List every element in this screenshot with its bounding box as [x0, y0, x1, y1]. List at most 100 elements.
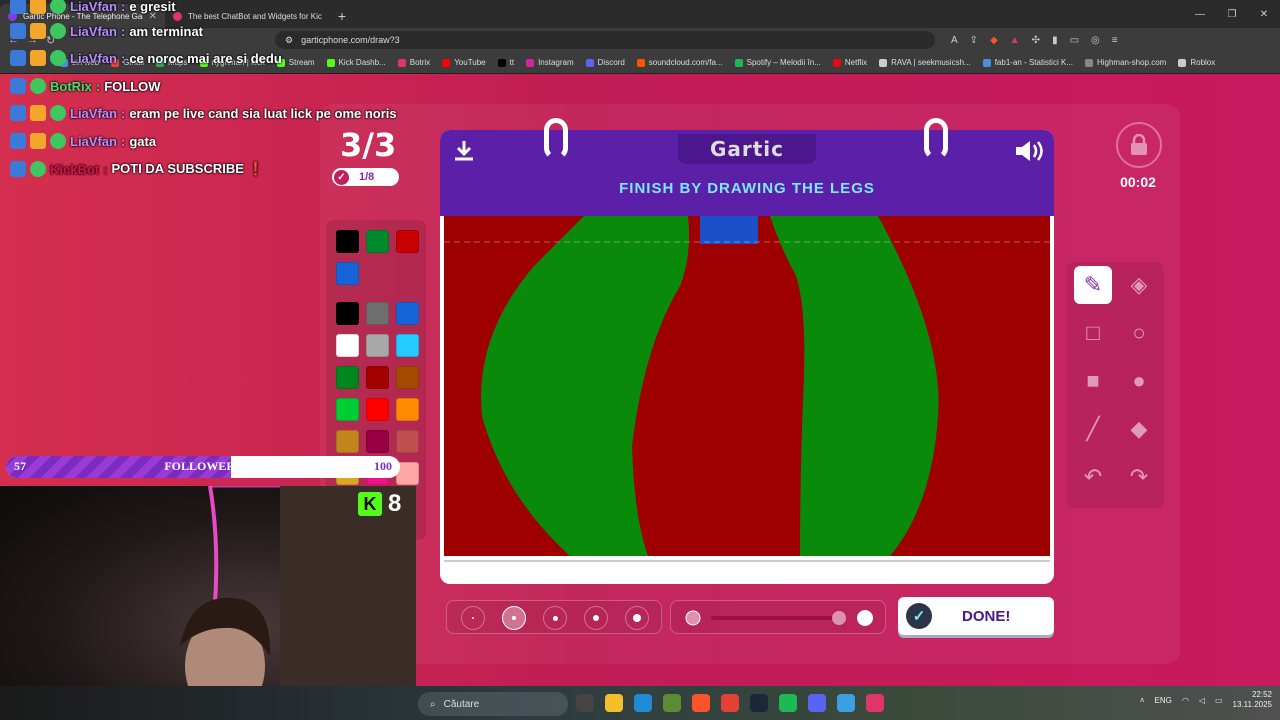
color-swatch[interactable] [366, 230, 389, 253]
bookmark-item[interactable]: Instagram [526, 58, 574, 67]
lock-icon [1116, 122, 1162, 168]
language-indicator[interactable]: ENG [1155, 696, 1172, 705]
share-icon[interactable]: ⇪ [970, 35, 978, 46]
edge-icon[interactable] [634, 694, 652, 712]
pencil-tool-icon[interactable]: ✎ [1074, 266, 1112, 304]
brush-size-option[interactable] [625, 606, 649, 630]
bookmark-item[interactable]: Botrix [397, 58, 430, 67]
bookmark-item[interactable]: YouTube [442, 58, 486, 67]
bookmark-item[interactable]: Roblox [1178, 58, 1215, 67]
close-window-icon[interactable]: ✕ [1248, 0, 1280, 28]
download-icon[interactable] [452, 138, 476, 162]
battery-icon[interactable]: ▭ [1215, 696, 1223, 705]
vpn-icon[interactable]: ◎ [1091, 35, 1100, 46]
chat-badge-icon [30, 78, 46, 94]
minecraft-icon[interactable] [663, 694, 681, 712]
eraser-tool-icon[interactable]: ◈ [1120, 266, 1158, 304]
color-swatch[interactable] [336, 302, 359, 325]
color-swatch[interactable] [336, 334, 359, 357]
color-swatch[interactable] [396, 302, 419, 325]
maximize-icon[interactable]: ❐ [1216, 0, 1248, 28]
color-swatch[interactable] [366, 334, 389, 357]
bookmark-item[interactable]: Discord [585, 58, 625, 67]
line-tool-icon[interactable]: ╱ [1074, 410, 1112, 448]
color-swatch[interactable] [336, 366, 359, 389]
chrome-icon[interactable] [721, 694, 739, 712]
chat-badge-icon [10, 23, 26, 39]
drawing-canvas[interactable] [444, 216, 1050, 556]
bookmark-item[interactable]: fab1-an - Statistici K... [982, 58, 1073, 67]
color-swatch[interactable] [366, 302, 389, 325]
brush-size-option[interactable] [584, 606, 608, 630]
players-done-count: 1/8 [359, 171, 375, 183]
bookmark-item[interactable]: tt [497, 58, 514, 67]
bookmark-label: Highman-shop.com [1096, 58, 1167, 67]
bookmark-favicon-icon [585, 58, 594, 67]
menu-icon[interactable]: ≡ [1112, 35, 1118, 46]
color-swatch[interactable] [366, 366, 389, 389]
discord-icon[interactable] [808, 694, 826, 712]
undo-tool-icon[interactable]: ↶ [1074, 458, 1112, 496]
site-info-icon[interactable]: ⚙ [285, 35, 293, 46]
color-swatch[interactable] [396, 366, 419, 389]
clock[interactable]: 22:52 13.11.2025 [1233, 690, 1272, 710]
color-swatch[interactable] [396, 230, 419, 253]
color-swatch[interactable] [336, 262, 359, 285]
bookmark-favicon-icon [397, 58, 406, 67]
minimize-icon[interactable]: — [1184, 0, 1216, 28]
color-swatch[interactable] [336, 430, 359, 453]
color-swatch[interactable] [366, 398, 389, 421]
chat-message: KickBot: POTI DA SUBSCRIBE ❗ [10, 161, 264, 177]
steam-icon[interactable] [750, 694, 768, 712]
toolbar-icons: A ⇪ ◆ ▲ ✣ ▮ ▭ ◎ ≡ [951, 35, 1118, 46]
brush-size-option[interactable] [543, 606, 567, 630]
redo-tool-icon[interactable]: ↷ [1120, 458, 1158, 496]
obs-icon[interactable] [576, 694, 594, 712]
translate-icon[interactable]: A [951, 35, 958, 46]
brush-size-option[interactable] [461, 606, 485, 630]
color-swatch[interactable] [396, 398, 419, 421]
filled-rectangle-tool-icon[interactable]: ■ [1074, 362, 1112, 400]
brave-icon[interactable] [692, 694, 710, 712]
url-field[interactable]: ⚙ garticphone.com/draw?3 [275, 31, 935, 49]
opacity-slider[interactable] [670, 600, 886, 634]
fill-bucket-tool-icon[interactable]: ◆ [1120, 410, 1158, 448]
bookmark-item[interactable]: Stream [276, 58, 315, 67]
rewards-icon[interactable]: ▲ [1010, 35, 1020, 46]
bookmark-item[interactable]: Netflix [832, 58, 867, 67]
ellipse-tool-icon[interactable]: ○ [1120, 314, 1158, 352]
notebook-ring [924, 118, 948, 160]
wifi-icon[interactable]: ◠ [1182, 696, 1189, 705]
extensions-icon[interactable]: ✣ [1032, 35, 1040, 46]
taskbar-search[interactable]: ⌕ Căutare [418, 692, 568, 716]
filled-ellipse-tool-icon[interactable]: ● [1120, 362, 1158, 400]
chat-text: am terminat [129, 23, 204, 39]
app-icon[interactable] [837, 694, 855, 712]
bookmark-item[interactable]: Kick Dashb... [326, 58, 386, 67]
round-counter: 3/3 [340, 126, 397, 164]
tray-chevron-icon[interactable]: ˄ [1140, 696, 1145, 705]
sound-icon[interactable] [1014, 138, 1044, 164]
color-swatch[interactable] [396, 334, 419, 357]
sidebar-icon[interactable]: ▮ [1052, 35, 1058, 46]
color-swatch[interactable] [396, 430, 419, 453]
chat-separator: : [120, 50, 126, 66]
chat-text: POTI DA SUBSCRIBE ❗ [111, 161, 264, 176]
bookmark-item[interactable]: Highman-shop.com [1084, 58, 1167, 67]
bookmark-item[interactable]: Spotify – Melodii în... [734, 58, 821, 67]
spotify-icon[interactable] [779, 694, 797, 712]
tiktok-icon[interactable] [866, 694, 884, 712]
color-swatch[interactable] [366, 430, 389, 453]
bookmark-item[interactable]: RAVA | seekmusicsh... [879, 58, 971, 67]
wallet-icon[interactable]: ▭ [1070, 35, 1079, 46]
volume-icon[interactable]: ◁ [1199, 696, 1205, 705]
rectangle-tool-icon[interactable]: □ [1074, 314, 1112, 352]
bookmark-item[interactable]: soundcloud.com/fa... [636, 58, 723, 67]
color-swatch[interactable] [336, 398, 359, 421]
brush-size-option[interactable] [502, 606, 526, 630]
new-tab-button[interactable]: + [330, 4, 354, 28]
done-button[interactable]: ✓ DONE! [898, 597, 1054, 635]
color-swatch[interactable] [336, 230, 359, 253]
file-explorer-icon[interactable] [605, 694, 623, 712]
brave-shield-icon[interactable]: ◆ [990, 35, 998, 46]
